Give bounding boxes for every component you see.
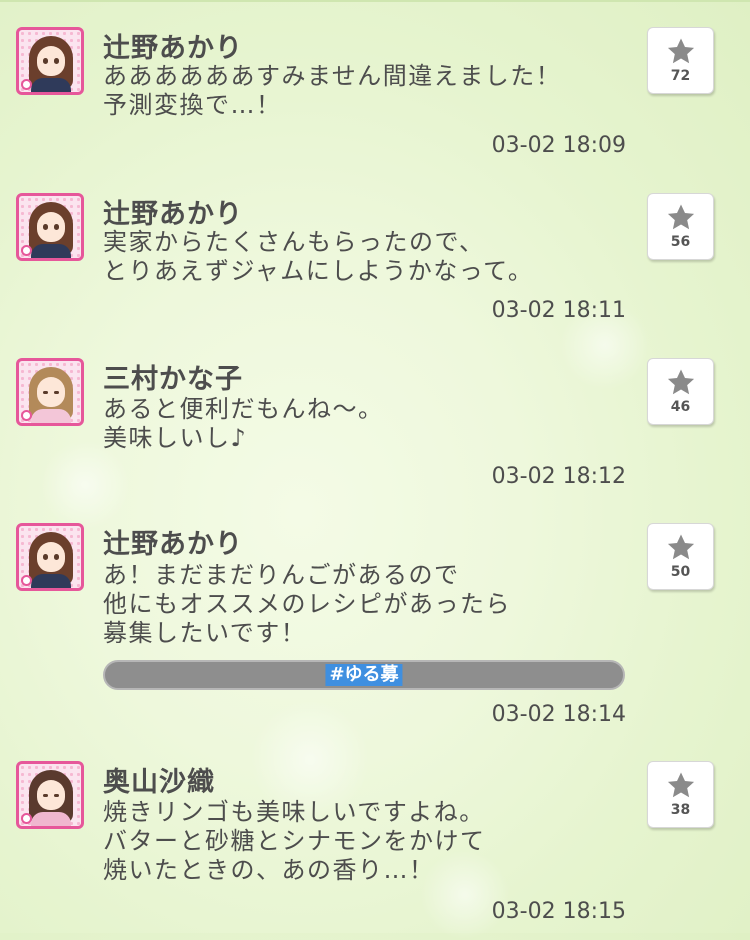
post-author-name: 辻野あかり: [103, 529, 243, 560]
kanako-avatar-icon[interactable]: [16, 358, 84, 426]
post-timestamp: 03-02 18:11: [491, 298, 626, 323]
post-author-name: 奥山沙織: [103, 767, 215, 798]
message-line: 予測変換で…！: [103, 91, 282, 119]
message-line: 他にもオススメのレシピがあったら: [103, 590, 511, 618]
saori-avatar-icon[interactable]: [16, 761, 84, 829]
akari-avatar-icon[interactable]: [16, 523, 84, 591]
like-count: 56: [670, 234, 691, 250]
post-author-name: 辻野あかり: [103, 199, 243, 230]
post-message: 実家からたくさんもらったので、 とりあえずジャムにしようかなって。: [103, 228, 533, 286]
post-message: あ！まだまだりんごがあるので 他にもオススメのレシピがあったら 募集したいです！: [103, 561, 511, 648]
like-count: 50: [670, 564, 691, 580]
message-line: あ！まだまだりんごがあるので: [103, 561, 460, 589]
post-feed[interactable]: 辻野あかり ああああああすみません間違えました！ 予測変換で…！ 03-02 1…: [0, 0, 750, 933]
message-line: ああああああすみません間違えました！: [103, 62, 562, 90]
like-button[interactable]: 38: [647, 761, 714, 828]
message-line: 実家からたくさんもらったので、: [103, 228, 485, 256]
post-timestamp: 03-02 18:09: [491, 133, 626, 158]
akari-avatar-icon[interactable]: [16, 27, 84, 95]
like-count: 38: [670, 802, 691, 818]
star-icon: [667, 38, 695, 64]
message-line: とりあえずジャムにしようかなって。: [103, 257, 534, 285]
star-icon: [667, 369, 695, 395]
like-button[interactable]: 50: [647, 523, 714, 590]
like-button[interactable]: 46: [647, 358, 714, 425]
post-message: あると便利だもんね～。 美味しいし♪: [103, 395, 384, 453]
post-timestamp: 03-02 18:15: [491, 899, 626, 924]
message-line: 美味しいし♪: [103, 424, 248, 452]
post-message: ああああああすみません間違えました！ 予測変換で…！: [103, 62, 561, 120]
post-author-name: 辻野あかり: [103, 33, 243, 64]
post-author-name: 三村かな子: [103, 364, 243, 395]
akari-avatar-icon[interactable]: [16, 193, 84, 261]
like-count: 46: [670, 399, 691, 415]
hashtag-button[interactable]: #ゆる募: [103, 660, 625, 690]
post-timestamp: 03-02 18:14: [491, 702, 626, 727]
message-line: あると便利だもんね～。: [103, 395, 384, 423]
like-count: 72: [670, 68, 691, 84]
hashtag-label: #ゆる募: [325, 664, 403, 686]
like-button[interactable]: 56: [647, 193, 714, 260]
star-icon: [667, 204, 695, 230]
post-timestamp: 03-02 18:12: [491, 464, 626, 489]
star-icon: [667, 772, 695, 798]
message-line: 募集したいです！: [103, 619, 307, 647]
message-line: 焼いたときの、あの香り…！: [103, 856, 435, 884]
message-line: 焼きリンゴも美味しいですよね。: [103, 798, 485, 826]
star-icon: [667, 534, 695, 560]
like-button[interactable]: 72: [647, 27, 714, 94]
message-line: バターと砂糖とシナモンをかけて: [103, 827, 486, 855]
post-message: 焼きリンゴも美味しいですよね。 バターと砂糖とシナモンをかけて 焼いたときの、あ…: [103, 798, 486, 885]
